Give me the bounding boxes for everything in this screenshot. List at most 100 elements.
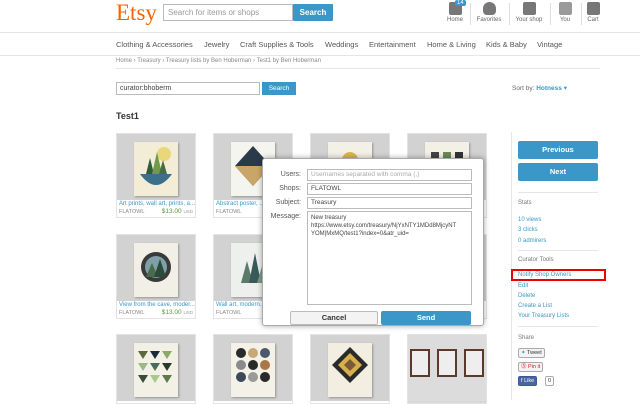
breadcrumb[interactable]: Home › Treasury › Treasury lists by Ben … bbox=[116, 58, 321, 64]
item-artwork bbox=[134, 343, 178, 397]
item-shop-name[interactable]: FLATOWL bbox=[216, 310, 241, 316]
list-item[interactable]: Art prints, wall art, prints, a... FLATO… bbox=[116, 133, 196, 218]
like-count: 0 bbox=[545, 376, 555, 386]
like-label: Like bbox=[524, 378, 535, 384]
item-image bbox=[214, 335, 292, 401]
nav-favorites[interactable]: Favorites bbox=[470, 1, 508, 23]
nav-you[interactable]: You bbox=[552, 1, 578, 23]
avatar bbox=[558, 2, 572, 15]
item-artwork bbox=[134, 243, 178, 297]
shops-label: Shops: bbox=[279, 185, 301, 192]
tweet-label: Tweet bbox=[527, 350, 542, 356]
facebook-icon: f bbox=[521, 378, 523, 384]
category-entertainment[interactable]: Entertainment bbox=[369, 40, 416, 49]
divider bbox=[518, 250, 598, 251]
category-kids-baby[interactable]: Kids & Baby bbox=[486, 40, 527, 49]
message-line: New treasury bbox=[311, 215, 347, 221]
edit-link[interactable]: Edit bbox=[518, 283, 528, 289]
list-item[interactable] bbox=[213, 334, 293, 404]
item-artwork bbox=[134, 142, 178, 196]
list-item[interactable] bbox=[310, 334, 390, 404]
item-price: $13.00 USD bbox=[161, 208, 193, 215]
heart-icon bbox=[482, 2, 496, 15]
category-vintage[interactable]: Vintage bbox=[537, 40, 562, 49]
shop-icon bbox=[522, 2, 536, 15]
divider bbox=[116, 68, 600, 69]
home-notification-badge: 14 bbox=[455, 0, 466, 6]
nav-you-label: You bbox=[559, 17, 571, 23]
send-button[interactable]: Send bbox=[381, 311, 471, 325]
sort-value: Hotness bbox=[536, 85, 562, 92]
notify-dialog: Users: Usernames separated with comma (,… bbox=[262, 158, 484, 326]
framed-prints bbox=[410, 349, 484, 377]
page-title: Test1 bbox=[116, 111, 139, 121]
shops-field[interactable]: FLATOWL bbox=[307, 183, 472, 195]
item-image bbox=[117, 235, 195, 301]
nav-home-label: Home bbox=[446, 17, 463, 23]
sort-dropdown[interactable]: Sort by: Hotness ▾ bbox=[512, 84, 567, 92]
subject-field[interactable]: Treasury bbox=[307, 197, 472, 209]
nav-cart[interactable]: Cart bbox=[582, 1, 604, 23]
nav-favorites-label: Favorites bbox=[476, 17, 502, 23]
divider bbox=[518, 192, 598, 193]
stats-heading: Stats bbox=[518, 200, 532, 206]
users-field[interactable]: Usernames separated with comma (,) bbox=[307, 169, 472, 181]
item-image bbox=[117, 134, 195, 200]
search-input[interactable]: Search for items or shops bbox=[163, 4, 293, 21]
item-artwork bbox=[328, 343, 372, 397]
chevron-down-icon: ▾ bbox=[563, 85, 567, 92]
item-price: $13.00 USD bbox=[161, 309, 193, 316]
list-item[interactable] bbox=[116, 334, 196, 404]
nav-your-shop[interactable]: Your shop bbox=[510, 1, 548, 23]
item-artwork bbox=[231, 343, 275, 397]
message-line: YOM|MxMQ/test1?index=0&atr_uid= bbox=[311, 231, 409, 237]
your-treasury-lists-link[interactable]: Your Treasury Lists bbox=[518, 313, 569, 319]
category-nav: Clothing & Accessories Jewelry Craft Sup… bbox=[0, 32, 640, 56]
curator-search-input[interactable]: curator:bhoberm bbox=[116, 82, 260, 95]
site-header: Etsy Search for items or shops Search Ho… bbox=[0, 0, 640, 30]
etsy-logo[interactable]: Etsy bbox=[116, 0, 157, 26]
previous-button[interactable]: Previous bbox=[518, 141, 598, 159]
list-item[interactable]: View from the cave, moder... FLATOWL $13… bbox=[116, 234, 196, 319]
item-shop-name[interactable]: FLATOWL bbox=[216, 209, 241, 215]
header-divider bbox=[550, 3, 551, 25]
subject-label: Subject: bbox=[275, 199, 301, 206]
category-home-living[interactable]: Home & Living bbox=[427, 40, 476, 49]
item-shop: FLATOWL $13.00 USD bbox=[117, 208, 195, 217]
item-image bbox=[117, 335, 195, 401]
tweet-button[interactable]: ✦ Tweet bbox=[518, 348, 545, 358]
message-line: https://www.etsy.com/treasury/NjYxNTY1MD… bbox=[311, 223, 457, 229]
list-item[interactable] bbox=[407, 334, 487, 404]
share-heading: Share bbox=[518, 335, 535, 341]
message-label: Message: bbox=[270, 213, 301, 220]
item-image bbox=[311, 335, 389, 401]
search-button[interactable]: Search bbox=[293, 4, 333, 21]
pin-it-button[interactable]: ⓹ Pin it bbox=[518, 362, 544, 372]
message-field[interactable]: New treasury https://www.etsy.com/treasu… bbox=[307, 211, 472, 305]
cancel-button[interactable]: Cancel bbox=[290, 311, 378, 325]
highlight-box bbox=[511, 269, 606, 281]
category-clothing[interactable]: Clothing & Accessories bbox=[116, 40, 193, 49]
item-shop-name[interactable]: FLATOWL bbox=[119, 310, 144, 316]
stats-admirers[interactable]: 0 admirers bbox=[518, 238, 546, 244]
category-craft-supplies[interactable]: Craft Supplies & Tools bbox=[240, 40, 314, 49]
category-jewelry[interactable]: Jewelry bbox=[204, 40, 229, 49]
facebook-like-button[interactable]: f Like bbox=[518, 376, 538, 386]
delete-link[interactable]: Delete bbox=[518, 293, 535, 299]
item-shop-name[interactable]: FLATOWL bbox=[119, 209, 144, 215]
stats-views: 10 views bbox=[518, 217, 542, 223]
category-weddings[interactable]: Weddings bbox=[325, 40, 358, 49]
stats-clicks: 3 clicks bbox=[518, 227, 538, 233]
item-image bbox=[408, 335, 486, 401]
twitter-icon: ✦ bbox=[521, 350, 526, 356]
pin-label: Pin it bbox=[528, 364, 541, 370]
curator-search-button[interactable]: Search bbox=[262, 82, 296, 95]
pinterest-icon: ⓹ bbox=[521, 364, 527, 370]
sort-label: Sort by: bbox=[512, 85, 535, 92]
item-shop: FLATOWL $13.00 USD bbox=[117, 309, 195, 318]
next-button[interactable]: Next bbox=[518, 163, 598, 181]
create-list-link[interactable]: Create a List bbox=[518, 303, 552, 309]
nav-your-shop-label: Your shop bbox=[515, 17, 543, 23]
cart-icon bbox=[586, 2, 600, 15]
curator-tools-heading: Curator Tools bbox=[518, 257, 554, 263]
